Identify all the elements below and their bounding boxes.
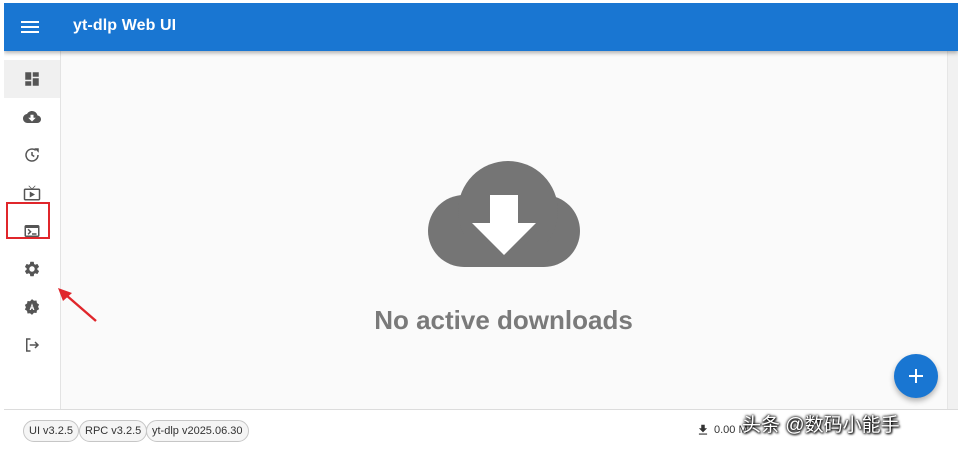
sidebar-item-terminal[interactable] [4, 212, 60, 250]
sidebar-item-settings[interactable] [4, 250, 60, 288]
terminal-icon [24, 225, 40, 237]
logout-icon [26, 338, 40, 352]
sidebar-item-livestreams[interactable] [4, 174, 60, 212]
app-title: yt-dlp Web UI [73, 17, 177, 34]
watermark: 头条 @数码小能手 [742, 415, 900, 436]
download-speed: 0.00 M [696, 423, 748, 437]
sidebar-item-admin-settings[interactable] [4, 288, 60, 326]
sidebar-item-logout[interactable] [4, 326, 60, 364]
plus-icon [909, 369, 923, 383]
scrollbar[interactable] [947, 51, 958, 409]
menu-button[interactable] [14, 11, 46, 43]
history-icon [25, 148, 39, 162]
app-bar: yt-dlp Web UI [4, 3, 958, 51]
admin-settings-icon [24, 299, 40, 315]
sidebar-item-history[interactable] [4, 136, 60, 174]
live-tv-icon [23, 185, 41, 201]
empty-state-message: No active downloads [374, 305, 633, 335]
app-window: yt-dlp Web UI No active downloads UI v3.… [4, 3, 958, 449]
ui-version-chip: UI v3.2.5 [23, 420, 80, 442]
add-download-button[interactable] [894, 354, 938, 398]
ytdlp-version-chip: yt-dlp v2025.06.30 [146, 420, 249, 442]
rpc-version-chip: RPC v3.2.5 [79, 420, 148, 442]
sidebar [4, 51, 61, 409]
sidebar-item-dashboard[interactable] [4, 60, 60, 98]
settings-gear-icon [24, 261, 40, 277]
cloud-download-icon [23, 111, 41, 123]
download-icon [698, 424, 708, 435]
main-content: No active downloads [61, 51, 946, 409]
sidebar-item-downloads[interactable] [4, 98, 60, 136]
cloud-download-icon [428, 161, 580, 267]
hamburger-menu-icon [21, 21, 39, 33]
dashboard-icon [25, 72, 39, 86]
